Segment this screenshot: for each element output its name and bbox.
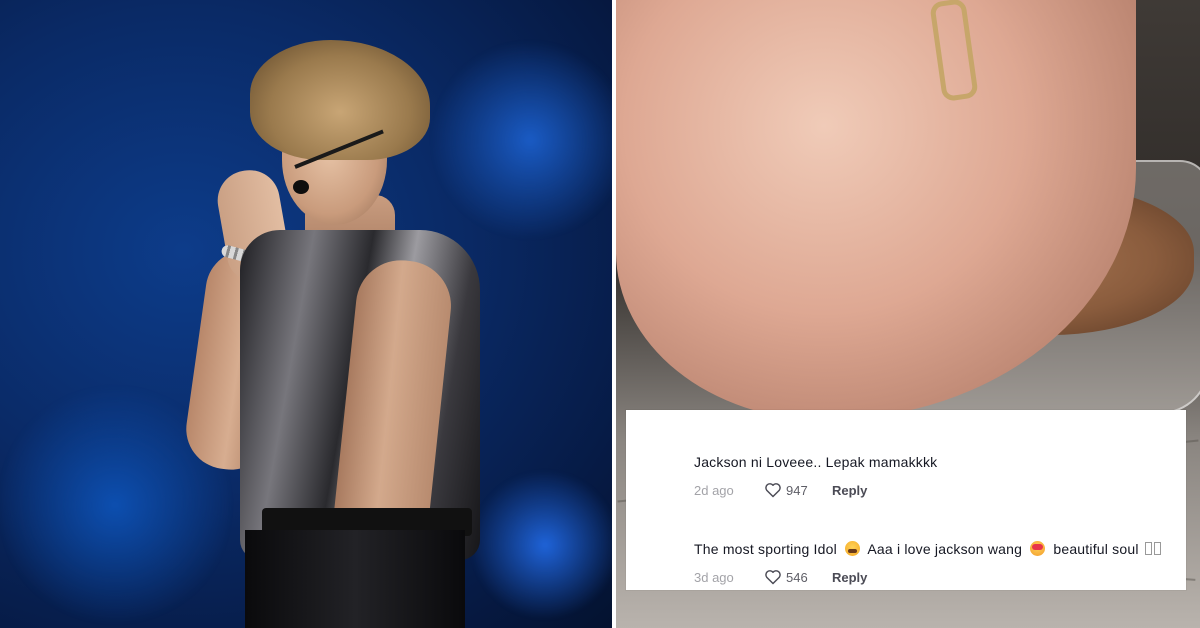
- comment-text-part: The most sporting Idol: [694, 541, 837, 557]
- comments-card: Jackson ni Loveee.. Lepak mamakkkk 2d ag…: [626, 410, 1186, 590]
- missing-glyph-icon: [1144, 542, 1152, 555]
- comment-text-part: Jackson ni Loveee.. Lepak mamakkkk: [694, 454, 938, 470]
- comment-item: The most sporting Idol Aaa i love jackso…: [694, 541, 1161, 585]
- comment-text: The most sporting Idol Aaa i love jackso…: [694, 541, 1161, 557]
- like-button[interactable]: 947: [764, 482, 832, 498]
- reply-button[interactable]: Reply: [832, 570, 867, 585]
- comment-item: Jackson ni Loveee.. Lepak mamakkkk 2d ag…: [694, 454, 937, 498]
- comment-text: Jackson ni Loveee.. Lepak mamakkkk: [694, 454, 937, 470]
- like-button[interactable]: 546: [764, 569, 832, 585]
- like-count: 546: [786, 569, 808, 585]
- stage-light: [430, 40, 612, 240]
- like-count: 947: [786, 482, 808, 498]
- comment-text-part: Aaa i love jackson wang: [867, 541, 1023, 557]
- comment-text-part: beautiful soul: [1053, 541, 1139, 557]
- comment-meta: 2d ago 947 Reply: [694, 482, 867, 498]
- crying-face-emoji-icon: [845, 541, 861, 556]
- performer-hair: [250, 40, 430, 160]
- heart-outline-icon[interactable]: [764, 569, 782, 585]
- stage-light: [470, 470, 612, 620]
- left-photo: [0, 0, 612, 628]
- reply-button[interactable]: Reply: [832, 483, 867, 498]
- comment-date: 3d ago: [694, 569, 734, 585]
- missing-glyph-icon: [1153, 542, 1161, 555]
- heart-outline-icon[interactable]: [764, 482, 782, 498]
- headset-mic-icon: [293, 180, 309, 194]
- comment-date: 2d ago: [694, 482, 734, 498]
- comment-meta: 3d ago 546 Reply: [694, 569, 867, 585]
- smiling-face-with-hearts-emoji-icon: [1030, 541, 1046, 556]
- performer-pants: [245, 530, 465, 628]
